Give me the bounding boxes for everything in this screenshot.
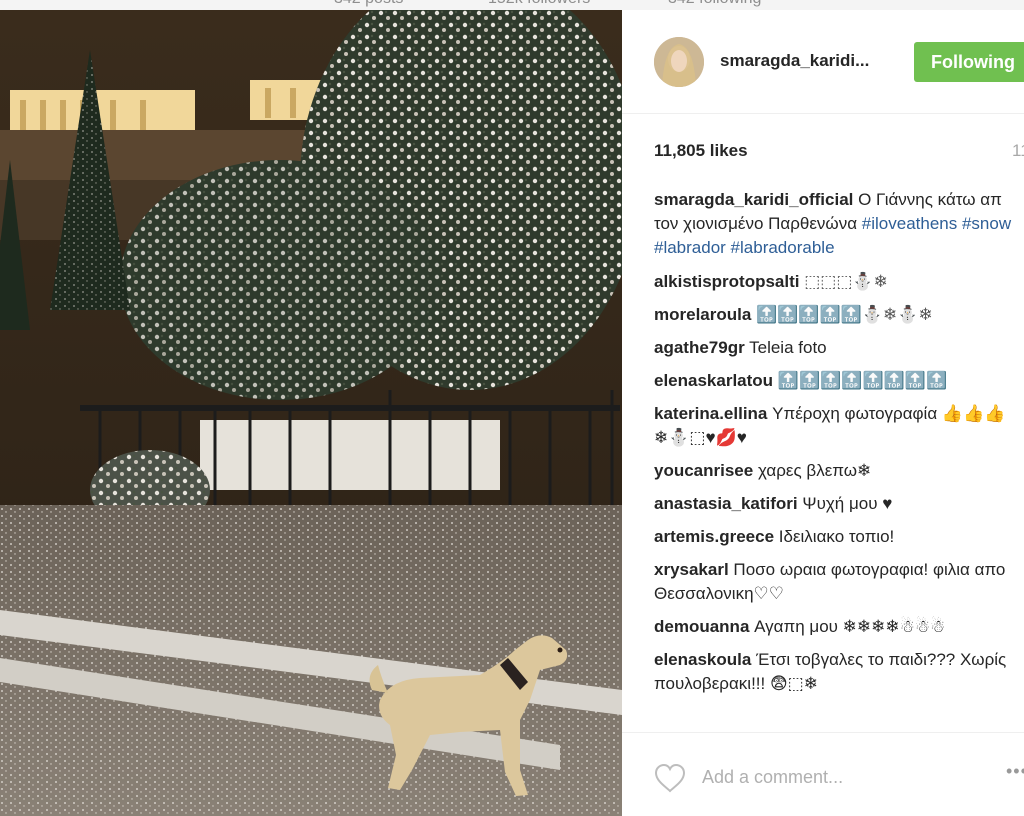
comment-text: Teleia foto [749,338,827,357]
comment-username[interactable]: elenaskoula [654,650,751,669]
list-item: agathe79gr Teleia foto [654,336,1014,360]
comment-text: Ψυχή μου ♥ [802,494,893,513]
comments-list: smaragda_karidi_official Ο Γιάννης κάτω … [654,188,1014,705]
comment-username[interactable]: youcanrisee [654,461,753,480]
comment-text: 🔝🔝🔝🔝🔝🔝🔝🔝 [777,371,948,390]
avatar[interactable] [654,37,704,87]
list-item: elenaskarlatou 🔝🔝🔝🔝🔝🔝🔝🔝 [654,369,1014,393]
list-item: anastasia_katifori Ψυχή μου ♥ [654,492,1014,516]
following-button[interactable]: Following [914,42,1024,82]
comment-text: Αγαπη μου ❄❄❄❄☃☃☃ [754,617,946,636]
comment-username[interactable]: xrysakarl [654,560,729,579]
post-timestamp: 11 [1012,141,1024,160]
list-item: youcanrisee χαρες βλεπω❄ [654,459,1014,483]
comment-text: 🔝🔝🔝🔝🔝⛄❄⛄❄ [756,305,933,324]
list-item: artemis.greece Ιδειλιακο τοπιο! [654,525,1014,549]
posts-count: 342 posts [334,0,403,8]
caption-username[interactable]: smaragda_karidi_official [654,190,853,209]
list-item: demouanna Αγαπη μου ❄❄❄❄☃☃☃ [654,615,1014,639]
post-photo[interactable] [0,10,622,816]
comment-username[interactable]: demouanna [654,617,749,636]
post-caption: smaragda_karidi_official Ο Γιάννης κάτω … [654,188,1014,260]
add-comment-input[interactable] [700,757,1004,797]
list-item: alkistisprotopsalti ⬚⬚⬚⛄❄ [654,270,1014,294]
more-options-icon[interactable]: ••• [1006,761,1024,782]
profile-stats-strip: 342 posts 152k followers 342 following [0,0,1024,10]
post-author-username[interactable]: smaragda_karidi... [720,51,869,71]
comment-username[interactable]: artemis.greece [654,527,774,546]
comment-text: Ιδειλιακο τοπιο! [778,527,895,546]
comment-username[interactable]: agathe79gr [654,338,745,357]
comment-username[interactable]: elenaskarlatou [654,371,773,390]
comment-text: ⬚⬚⬚⛄❄ [804,272,888,291]
comment-username[interactable]: alkistisprotopsalti [654,272,799,291]
comment-composer: ••• [622,732,1024,816]
post-header: smaragda_karidi... Following [622,10,1024,114]
comment-username[interactable]: morelaroula [654,305,751,324]
post-details-panel: smaragda_karidi... Following 11,805 like… [622,10,1024,816]
following-count[interactable]: 342 following [668,0,761,8]
heart-icon[interactable] [654,763,686,793]
likes-count[interactable]: 11,805 likes [654,141,748,161]
list-item: xrysakarl Ποσο ωραια φωτογραφια! φιλια α… [654,558,1014,606]
comment-username[interactable]: anastasia_katifori [654,494,798,513]
comment-username[interactable]: katerina.ellina [654,404,767,423]
comment-text: χαρες βλεπω❄ [757,461,872,480]
list-item: katerina.ellina Υπέροχη φωτογραφία 👍👍👍❄⛄… [654,402,1014,450]
list-item: elenaskoula Έτσι τοβγαλες το παιδι??? Χω… [654,648,1014,696]
list-item: morelaroula 🔝🔝🔝🔝🔝⛄❄⛄❄ [654,303,1014,327]
followers-count[interactable]: 152k followers [488,0,590,8]
